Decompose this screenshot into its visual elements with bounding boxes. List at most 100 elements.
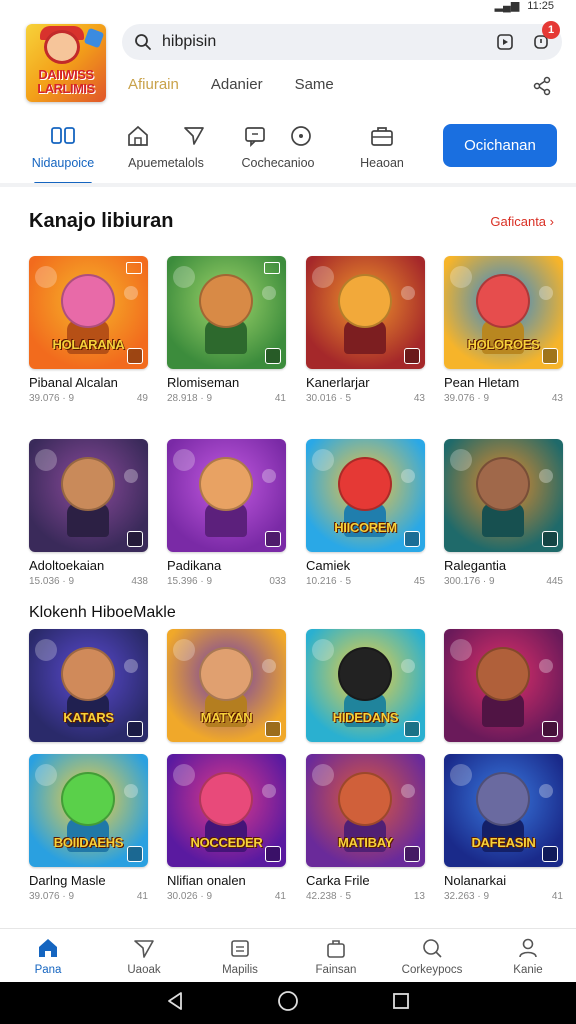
subtab-1[interactable]: Adanier	[211, 76, 263, 93]
game-meta: 30.026 · 9 41	[167, 891, 286, 902]
nav-inbox[interactable]: Mapilis	[192, 929, 288, 982]
qr-badge-icon	[404, 846, 420, 862]
share-icon[interactable]	[532, 76, 552, 96]
character-art	[338, 457, 392, 511]
app-logo[interactable]: DAIIWISS LARLIMIS	[26, 24, 106, 102]
see-all-link[interactable]: Gaficanta ›	[490, 214, 554, 229]
nav-profile[interactable]: Kanie	[480, 929, 576, 982]
category-0[interactable]: Nidaupoice	[30, 118, 96, 185]
game-name: Kanerlarjar	[306, 375, 370, 390]
game-card[interactable]: MATIBAY Carka Frile 42.238 · 5 13	[306, 754, 425, 902]
game-card[interactable]: NOCCEDER Nlifian onalen 30.026 · 9 41	[167, 754, 286, 902]
game-card[interactable]: Adoltoekaian 15.036 · 9 438	[29, 439, 148, 587]
app-screen: ▂▄▆ 11:25 DAIIWISS LARLIMIS hibpisin 1 Af…	[0, 0, 576, 1024]
character-art	[61, 457, 115, 511]
search-bar[interactable]: hibpisin 1	[122, 21, 562, 60]
qr-badge-icon	[542, 348, 558, 364]
media-button[interactable]	[494, 31, 516, 53]
game-thumbnail: HIDEDANS	[306, 629, 425, 742]
qr-badge-icon	[265, 348, 281, 364]
game-card[interactable]: HOLOROES Pean Hletam 39.076 · 9 43	[444, 256, 563, 404]
game-card[interactable]: HIDEDANS	[306, 629, 425, 742]
home-icon	[37, 937, 59, 959]
game-card[interactable]: KATARS	[29, 629, 148, 742]
game-card[interactable]: MATYAN	[167, 629, 286, 742]
game-meta: 39.076 · 9 43	[444, 393, 563, 404]
character-art	[476, 274, 530, 328]
game-title-art: KATARS	[63, 710, 114, 725]
nav-send[interactable]: Uaoak	[96, 929, 192, 982]
recents-icon[interactable]	[392, 992, 410, 1015]
game-name: Pibanal Alcalan	[29, 375, 118, 390]
character-art	[61, 274, 115, 328]
game-stats: 15.396 · 9	[167, 576, 213, 587]
game-rating: 41	[136, 891, 148, 902]
game-thumbnail: MATYAN	[167, 629, 286, 742]
category-3[interactable]: Heaoan	[352, 118, 412, 182]
character-art	[338, 274, 392, 328]
media-badge-icon	[126, 262, 142, 274]
game-card[interactable]: Kanerlarjar 30.016 · 5 43	[306, 256, 425, 404]
game-title-art: BOIIDAEHS	[53, 835, 124, 850]
game-rating: 41	[274, 891, 286, 902]
game-stats: 39.076 · 9	[29, 891, 75, 902]
home-circle-icon[interactable]	[277, 990, 299, 1017]
subtab-0[interactable]: Afiurain	[128, 76, 179, 93]
game-stats: 32.263 · 9	[444, 891, 490, 902]
game-name: Rlomiseman	[167, 375, 240, 390]
character-art	[338, 772, 392, 826]
game-stats: 28.918 · 9	[167, 393, 213, 404]
game-card[interactable]: Ralegantia 300.176 · 9 445	[444, 439, 563, 587]
game-rating: 13	[413, 891, 425, 902]
primary-cta-button[interactable]: Ocichanan	[443, 124, 557, 167]
game-card[interactable]: DAFEASIN Nolanarkai 32.263 · 9 41	[444, 754, 563, 902]
game-card[interactable]: Padikana 15.396 · 9 033	[167, 439, 286, 587]
category-1[interactable]: Apuemetalols	[124, 118, 208, 182]
game-rating: 43	[551, 393, 563, 404]
notification-badge: 1	[542, 21, 560, 39]
qr-badge-icon	[404, 531, 420, 547]
bag-icon	[325, 937, 347, 959]
play-square-icon	[497, 34, 513, 50]
category-2[interactable]: Cochecanioo	[240, 118, 316, 182]
game-name: Ralegantia	[444, 558, 507, 573]
character-art	[338, 647, 392, 701]
game-card[interactable]: Rlomiseman 28.918 · 9 41	[167, 256, 286, 404]
game-card[interactable]: HOLARANA Pibanal Alcalan 39.076 · 9 49	[29, 256, 148, 404]
game-thumbnail: HOLARANA	[29, 256, 148, 369]
subtab-row: Afiurain Adanier Same	[128, 76, 334, 93]
search-icon	[421, 937, 443, 959]
game-thumbnail: DAFEASIN	[444, 754, 563, 867]
character-art	[476, 457, 530, 511]
game-title-art: HOLOROES	[467, 337, 540, 352]
back-icon[interactable]	[166, 991, 184, 1016]
nav-search[interactable]: Corkeypocs	[384, 929, 480, 982]
game-title-art: MATIBAY	[338, 835, 393, 850]
send-icon	[133, 937, 155, 959]
nav-bag[interactable]: Fainsan	[288, 929, 384, 982]
game-meta: 30.016 · 5 43	[306, 393, 425, 404]
chat-icon	[245, 127, 265, 148]
game-name: Darlng Masle	[29, 873, 106, 888]
qr-badge-icon	[127, 348, 143, 364]
nav-home[interactable]: Pana	[0, 929, 96, 982]
search-input[interactable]: hibpisin	[162, 33, 480, 51]
game-card[interactable]	[444, 629, 563, 742]
game-meta: 28.918 · 9 41	[167, 393, 286, 404]
game-meta: 39.076 · 9 49	[29, 393, 148, 404]
game-thumbnail: HIICOREM	[306, 439, 425, 552]
game-meta: 10.216 · 5 45	[306, 576, 425, 587]
media-badge-icon	[264, 262, 280, 274]
subtab-2[interactable]: Same	[295, 76, 334, 93]
notification-button[interactable]: 1	[530, 21, 560, 53]
game-name: Nlifian onalen	[167, 873, 246, 888]
game-card[interactable]: BOIIDAEHS Darlng Masle 39.076 · 9 41	[29, 754, 148, 902]
game-rating: 438	[131, 576, 148, 587]
game-thumbnail	[444, 629, 563, 742]
status-time: 11:25	[527, 0, 554, 12]
character-art	[199, 457, 253, 511]
section-divider	[0, 183, 576, 187]
game-card[interactable]: HIICOREM Camiek 10.216 · 5 45	[306, 439, 425, 587]
game-thumbnail	[29, 439, 148, 552]
game-name: Padikana	[167, 558, 222, 573]
